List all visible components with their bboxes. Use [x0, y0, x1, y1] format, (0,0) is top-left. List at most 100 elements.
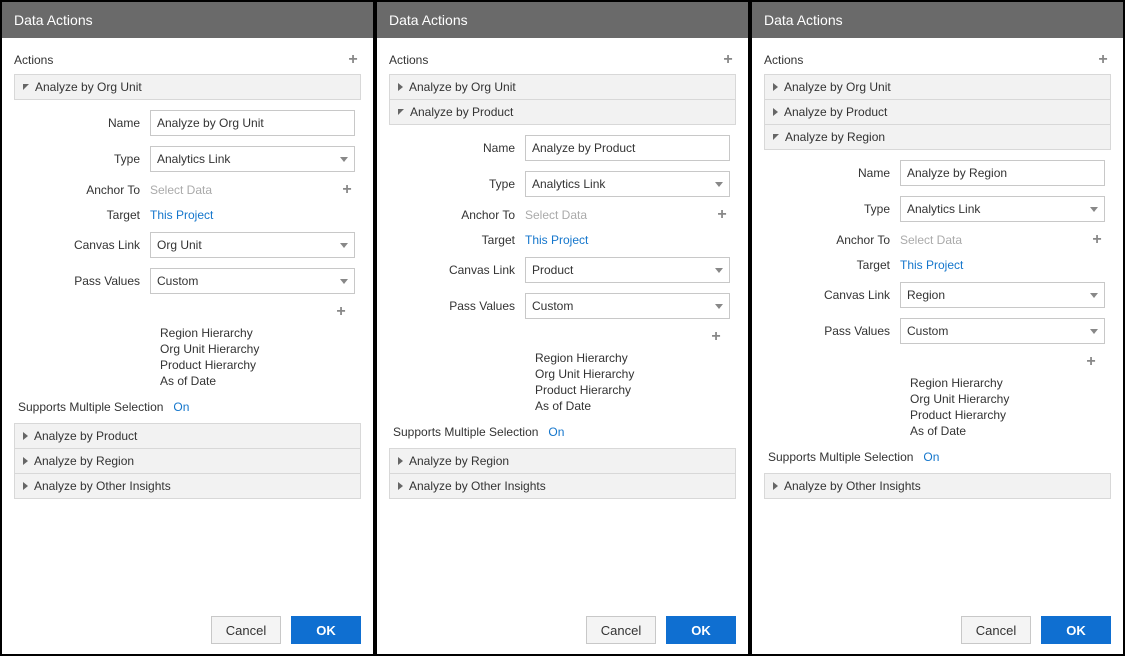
- expanded-icon: [398, 109, 404, 115]
- supports-multi-value[interactable]: On: [923, 450, 939, 464]
- pass-value-item: As of Date: [160, 374, 355, 388]
- type-value: Analytics Link: [532, 177, 605, 191]
- accordion-item[interactable]: Analyze by Product: [764, 99, 1111, 125]
- type-value: Analytics Link: [157, 152, 230, 166]
- accordion-item[interactable]: Analyze by Region: [389, 448, 736, 474]
- pass-value-item: Region Hierarchy: [535, 351, 730, 365]
- add-pass-value-icon[interactable]: +: [708, 329, 724, 345]
- pass-values-select[interactable]: Custom: [525, 293, 730, 319]
- label-type: Type: [395, 177, 525, 191]
- supports-multi-value[interactable]: On: [173, 400, 189, 414]
- supports-multi-value[interactable]: On: [548, 425, 564, 439]
- accordion-label: Analyze by Org Unit: [35, 80, 142, 94]
- type-select[interactable]: Analytics Link: [150, 146, 355, 172]
- label-canvas: Canvas Link: [20, 238, 150, 252]
- accordion-label: Analyze by Other Insights: [34, 479, 171, 493]
- pass-value-item: Org Unit Hierarchy: [910, 392, 1105, 406]
- type-select[interactable]: Analytics Link: [525, 171, 730, 197]
- name-input[interactable]: [150, 110, 355, 136]
- canvas-link-select[interactable]: Product: [525, 257, 730, 283]
- collapsed-icon: [23, 482, 28, 490]
- label-name: Name: [770, 166, 900, 180]
- panel-title: Data Actions: [377, 2, 748, 38]
- target-link[interactable]: This Project: [525, 233, 588, 247]
- label-type: Type: [770, 202, 900, 216]
- anchor-placeholder: Select Data: [900, 233, 962, 247]
- accordion-label: Analyze by Other Insights: [784, 479, 921, 493]
- accordion-item[interactable]: Analyze by Product: [389, 99, 736, 125]
- cancel-button[interactable]: Cancel: [961, 616, 1031, 644]
- chevron-down-icon: [340, 157, 348, 162]
- add-anchor-icon[interactable]: +: [714, 207, 730, 223]
- accordion-item[interactable]: Analyze by Other Insights: [389, 473, 736, 499]
- ok-button[interactable]: OK: [1041, 616, 1111, 644]
- label-canvas: Canvas Link: [395, 263, 525, 277]
- label-target: Target: [20, 208, 150, 222]
- chevron-down-icon: [1090, 329, 1098, 334]
- accordion-label: Analyze by Region: [409, 454, 509, 468]
- pass-values-list: Region HierarchyOrg Unit HierarchyProduc…: [160, 324, 355, 388]
- ok-button[interactable]: OK: [666, 616, 736, 644]
- pass-value-item: Org Unit Hierarchy: [160, 342, 355, 356]
- collapsed-icon: [398, 83, 403, 91]
- accordion-item[interactable]: Analyze by Org Unit: [14, 74, 361, 100]
- collapsed-icon: [773, 108, 778, 116]
- accordion-item[interactable]: Analyze by Org Unit: [764, 74, 1111, 100]
- chevron-down-icon: [1090, 207, 1098, 212]
- collapsed-icon: [23, 457, 28, 465]
- expanded-icon: [773, 134, 779, 140]
- pass-values-value: Custom: [532, 299, 573, 313]
- add-anchor-icon[interactable]: +: [339, 182, 355, 198]
- label-target: Target: [395, 233, 525, 247]
- accordion-item[interactable]: Analyze by Other Insights: [14, 473, 361, 499]
- accordion-item[interactable]: Analyze by Org Unit: [389, 74, 736, 100]
- add-action-icon[interactable]: +: [720, 52, 736, 68]
- label-canvas: Canvas Link: [770, 288, 900, 302]
- pass-value-item: Product Hierarchy: [160, 358, 355, 372]
- name-input[interactable]: [525, 135, 730, 161]
- label-passvalues: Pass Values: [20, 274, 150, 288]
- canvas-link-value: Product: [532, 263, 573, 277]
- collapsed-icon: [398, 457, 403, 465]
- panel-title: Data Actions: [2, 2, 373, 38]
- pass-value-item: Region Hierarchy: [910, 376, 1105, 390]
- add-action-icon[interactable]: +: [345, 52, 361, 68]
- panel-title: Data Actions: [752, 2, 1123, 38]
- cancel-button[interactable]: Cancel: [586, 616, 656, 644]
- canvas-link-select[interactable]: Org Unit: [150, 232, 355, 258]
- label-anchor: Anchor To: [770, 233, 900, 247]
- expanded-icon: [23, 84, 29, 90]
- actions-label: Actions: [764, 53, 803, 67]
- canvas-link-select[interactable]: Region: [900, 282, 1105, 308]
- collapsed-icon: [398, 482, 403, 490]
- data-actions-panel: Data Actions Actions + Analyze by Org Unit A…: [375, 0, 750, 656]
- accordion-label: Analyze by Other Insights: [409, 479, 546, 493]
- action-form: NameTypeAnalytics LinkAnchor ToSelect Da…: [14, 100, 361, 392]
- name-input[interactable]: [900, 160, 1105, 186]
- pass-value-item: As of Date: [535, 399, 730, 413]
- pass-values-list: Region HierarchyOrg Unit HierarchyProduc…: [910, 374, 1105, 438]
- target-link[interactable]: This Project: [900, 258, 963, 272]
- accordion-label: Analyze by Product: [784, 105, 887, 119]
- add-anchor-icon[interactable]: +: [1089, 232, 1105, 248]
- accordion-label: Analyze by Product: [34, 429, 137, 443]
- pass-values-select[interactable]: Custom: [900, 318, 1105, 344]
- label-name: Name: [395, 141, 525, 155]
- cancel-button[interactable]: Cancel: [211, 616, 281, 644]
- type-select[interactable]: Analytics Link: [900, 196, 1105, 222]
- actions-label: Actions: [14, 53, 53, 67]
- actions-label: Actions: [389, 53, 428, 67]
- accordion-item[interactable]: Analyze by Region: [14, 448, 361, 474]
- ok-button[interactable]: OK: [291, 616, 361, 644]
- accordion-label: Analyze by Org Unit: [409, 80, 516, 94]
- add-action-icon[interactable]: +: [1095, 52, 1111, 68]
- pass-values-select[interactable]: Custom: [150, 268, 355, 294]
- add-pass-value-icon[interactable]: +: [1083, 354, 1099, 370]
- accordion-item[interactable]: Analyze by Other Insights: [764, 473, 1111, 499]
- accordion-item[interactable]: Analyze by Product: [14, 423, 361, 449]
- accordion-item[interactable]: Analyze by Region: [764, 124, 1111, 150]
- target-link[interactable]: This Project: [150, 208, 213, 222]
- collapsed-icon: [773, 482, 778, 490]
- accordion-label: Analyze by Product: [410, 105, 513, 119]
- add-pass-value-icon[interactable]: +: [333, 304, 349, 320]
